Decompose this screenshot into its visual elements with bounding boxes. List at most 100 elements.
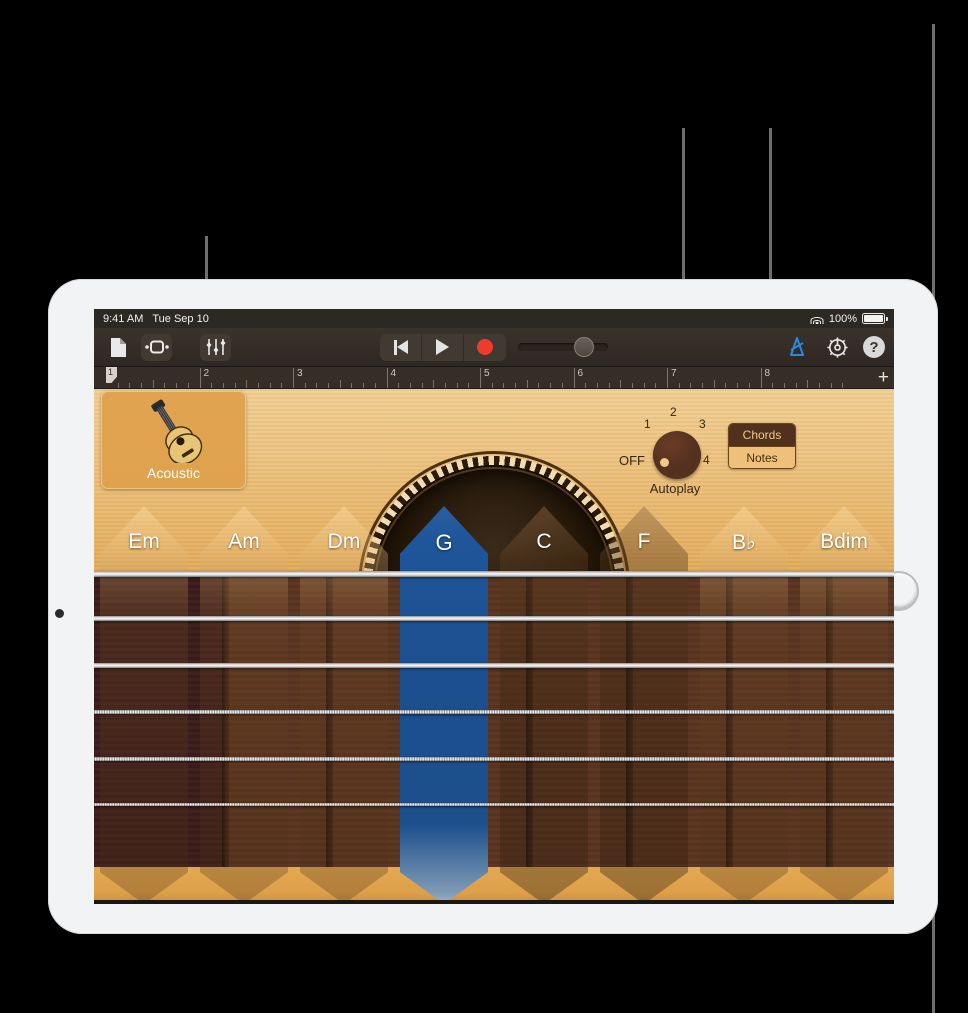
autoplay-option-3[interactable]: 3 [699,417,706,431]
add-track-button[interactable]: + [878,368,889,387]
ruler-tick [713,380,715,388]
ruler-tick [737,383,739,388]
status-date: Tue Sep 10 [152,312,209,325]
transport-controls [380,333,506,361]
ruler-tick [222,383,224,388]
ruler-tick [257,383,259,388]
metronome-button[interactable] [781,334,812,361]
chord-tab[interactable]: Bdim [800,506,888,904]
gear-icon [827,336,848,358]
instrument-selector[interactable]: Acoustic [101,391,246,489]
chord-column-G[interactable]: G [394,389,494,904]
chord-label: Dm [327,530,361,553]
ruler-tick [246,380,248,388]
autoplay-option-off[interactable]: OFF [619,453,645,468]
track-view-button[interactable] [141,333,172,361]
ruler-tick [328,383,330,388]
chord-tab[interactable]: Am [200,506,288,904]
chord-label: B♭ [732,531,756,554]
ruler-tick [748,383,750,388]
ruler-tick [503,383,505,388]
ruler-tick [538,383,540,388]
master-volume-slider[interactable] [518,337,608,357]
guitar-instrument: Em Am Dm G C F B♭ Bdim Acoustic OFF 1 2 … [94,389,894,904]
chord-tab[interactable]: B♭ [700,506,788,904]
ruler-tick [491,383,493,388]
ruler-bar-7: 7 [667,368,677,388]
record-icon [477,339,493,355]
ruler-bar-5: 5 [480,368,490,388]
ipad-screen: 9:41 AM Tue Sep 10 100% ? 2 3 4 5 6 7 8 … [94,309,894,904]
ruler-tick [830,383,832,388]
ruler-tick [281,383,283,388]
my-songs-button[interactable] [103,334,134,361]
chord-column-Dm[interactable]: Dm [294,389,394,904]
play-button[interactable] [422,333,464,361]
wifi-icon [810,314,824,324]
ruler-tick [842,383,844,388]
chord-label: F [637,530,651,553]
ruler-tick [456,383,458,388]
autoplay-knob-indicator [660,458,669,467]
ruler-tick [818,383,820,388]
chord-label: Bdim [820,530,868,553]
toggle-option-notes[interactable]: Notes [729,446,795,468]
ruler-tick [211,383,213,388]
help-button[interactable]: ? [863,336,885,358]
ruler-tick [374,383,376,388]
autoplay-control: OFF 1 2 3 4 Autoplay [619,405,723,499]
help-label: ? [869,338,879,356]
ruler-tick [550,383,552,388]
ruler-tick [304,383,306,388]
ruler-tick [187,383,189,388]
record-button[interactable] [464,334,506,361]
ruler-tick [152,380,154,388]
ruler-tick [363,383,365,388]
play-icon [436,339,449,355]
ruler-tick [316,383,318,388]
ruler-bar-8: 8 [760,368,770,388]
timeline-ruler[interactable]: 2 3 4 5 6 7 8 1 + [94,367,894,389]
document-icon [111,337,126,357]
ruler-tick [631,383,633,388]
mixer-button[interactable] [200,333,231,361]
go-to-beginning-button[interactable] [380,333,422,361]
settings-button[interactable] [822,334,853,361]
instrument-name: Acoustic [147,465,200,481]
ruler-tick [561,383,563,388]
ruler-tick [176,383,178,388]
ruler-tick [129,383,131,388]
ruler-bar-3: 3 [293,368,303,388]
front-camera [55,609,64,618]
ruler-tick [596,383,598,388]
ruler-tick [795,383,797,388]
chord-tab[interactable]: G [400,506,488,904]
ruler-tick [608,383,610,388]
chord-column-Bdim[interactable]: Bdim [794,389,894,904]
ruler-tick [409,383,411,388]
ruler-tick [234,383,236,388]
autoplay-option-4[interactable]: 4 [703,453,710,467]
acoustic-guitar-icon [150,399,202,463]
chord-column-C[interactable]: C [494,389,594,904]
chords-notes-toggle: Chords Notes [728,423,796,469]
mixer-sliders-icon [206,339,225,355]
ruler-tick [725,383,727,388]
chord-label: C [536,530,552,553]
volume-slider-knob[interactable] [574,337,594,357]
autoplay-knob[interactable] [653,431,701,479]
ruler-tick [655,383,657,388]
ruler-tick [678,383,680,388]
autoplay-option-1[interactable]: 1 [644,417,651,431]
toolbar: ? [94,328,894,367]
chord-tab[interactable]: F [600,506,688,904]
ruler-tick [515,383,517,388]
toggle-option-chords[interactable]: Chords [729,424,795,446]
chord-tab[interactable]: C [500,506,588,904]
ruler-tick [690,383,692,388]
ruler-tick [643,383,645,388]
playhead[interactable]: 1 [106,367,119,388]
autoplay-option-2[interactable]: 2 [670,405,677,419]
chord-tab[interactable]: Dm [300,506,388,904]
chord-tab[interactable]: Em [100,506,188,904]
